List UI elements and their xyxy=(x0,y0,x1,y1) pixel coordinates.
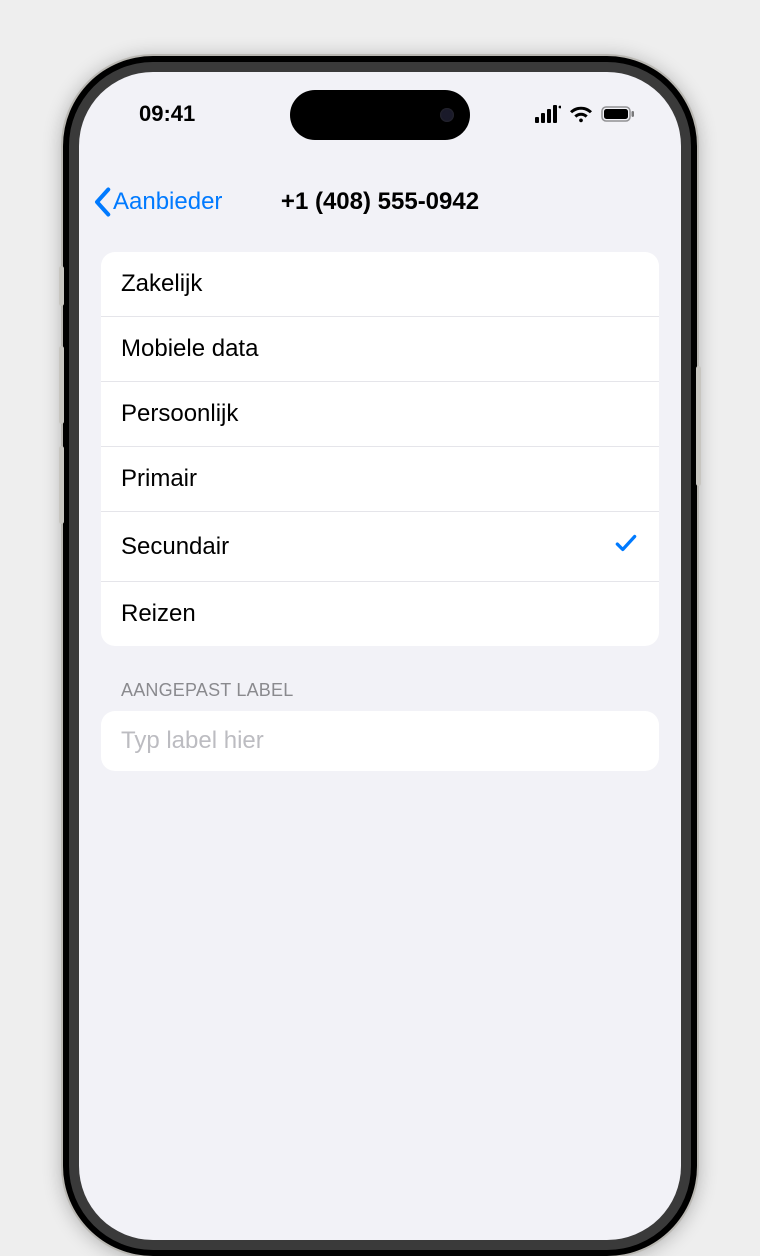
label-list: Zakelijk Mobiele data Persoonlijk Primai… xyxy=(101,252,659,646)
label-text: Persoonlijk xyxy=(121,400,238,428)
label-option-secundair[interactable]: Secundair xyxy=(101,512,659,582)
silence-switch xyxy=(59,266,64,306)
label-option-mobiele-data[interactable]: Mobiele data xyxy=(101,317,659,382)
label-option-persoonlijk[interactable]: Persoonlijk xyxy=(101,382,659,447)
label-option-reizen[interactable]: Reizen xyxy=(101,582,659,646)
status-time: 09:41 xyxy=(139,101,195,127)
screen: 09:41 xyxy=(79,72,681,1240)
label-text: Zakelijk xyxy=(121,270,202,298)
nav-title: +1 (408) 555-0942 xyxy=(281,188,479,216)
back-label: Aanbieder xyxy=(113,188,222,216)
label-option-zakelijk[interactable]: Zakelijk xyxy=(101,252,659,317)
label-option-primair[interactable]: Primair xyxy=(101,447,659,512)
status-indicators xyxy=(535,105,635,123)
label-text: Reizen xyxy=(121,600,196,628)
status-bar: 09:41 xyxy=(79,72,681,142)
wifi-icon xyxy=(569,105,593,123)
volume-up-button xyxy=(59,346,64,424)
content: Zakelijk Mobiele data Persoonlijk Primai… xyxy=(79,252,681,1240)
custom-label-header: AANGEPAST LABEL xyxy=(101,646,659,711)
chevron-left-icon xyxy=(93,187,111,217)
battery-icon xyxy=(601,106,635,122)
cellular-icon xyxy=(535,105,561,123)
label-text: Primair xyxy=(121,465,197,493)
label-text: Mobiele data xyxy=(121,335,258,363)
label-text: Secundair xyxy=(121,533,229,561)
custom-label-input-wrap xyxy=(101,711,659,771)
back-button[interactable]: Aanbieder xyxy=(93,187,222,217)
custom-label-input[interactable] xyxy=(121,727,639,755)
power-button xyxy=(696,366,701,486)
volume-down-button xyxy=(59,446,64,524)
check-icon xyxy=(613,530,639,563)
nav-bar: Aanbieder +1 (408) 555-0942 xyxy=(79,172,681,232)
phone-frame: 09:41 xyxy=(63,56,697,1256)
